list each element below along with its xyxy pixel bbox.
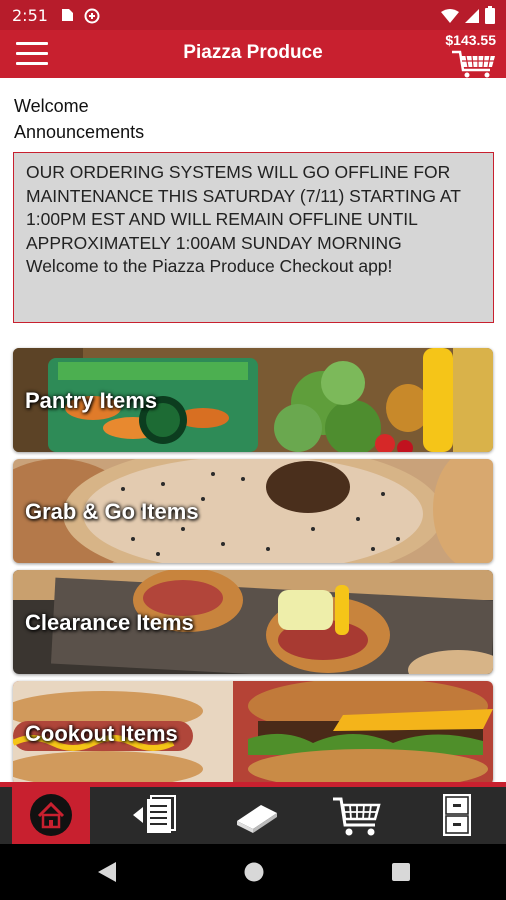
nav-cabinet-button[interactable] bbox=[418, 787, 496, 844]
order-list-icon bbox=[133, 795, 176, 833]
category-label: Clearance Items bbox=[25, 610, 194, 635]
category-grab-and-go-items[interactable]: Grab & Go Items bbox=[13, 459, 493, 563]
system-nav-bar bbox=[0, 844, 506, 900]
cart-icon bbox=[333, 797, 381, 836]
back-icon[interactable] bbox=[96, 860, 118, 884]
wifi-icon bbox=[441, 9, 459, 23]
signal-icon bbox=[465, 9, 479, 23]
welcome-message: Welcome to the Piazza Produce Checkout a… bbox=[26, 256, 393, 276]
nav-order-list-button[interactable] bbox=[116, 787, 194, 844]
recents-icon[interactable] bbox=[390, 860, 412, 884]
data-saver-icon bbox=[84, 8, 100, 24]
announcement-box: OUR ORDERING SYSTEMS WILL GO OFFLINE FOR… bbox=[13, 152, 494, 323]
announcements-heading: Announcements bbox=[14, 122, 145, 142]
category-clearance-items[interactable]: Clearance Items bbox=[13, 570, 493, 674]
status-time: 2:51 bbox=[12, 6, 48, 25]
category-pantry-items[interactable]: Pantry Items bbox=[13, 348, 493, 452]
home-circle-icon[interactable] bbox=[243, 860, 265, 884]
battery-icon bbox=[485, 6, 495, 24]
catalog-book-icon bbox=[237, 805, 277, 833]
cabinet-icon bbox=[443, 794, 471, 836]
home-icon bbox=[30, 794, 72, 836]
app-bar: Piazza Produce $143.55 bbox=[0, 30, 506, 78]
cart-icon[interactable] bbox=[452, 50, 496, 78]
sim-card-icon bbox=[62, 9, 73, 21]
status-bar: 2:51 bbox=[0, 0, 506, 30]
welcome-heading: Welcome bbox=[14, 96, 89, 116]
cart-total[interactable]: $143.55 bbox=[445, 32, 496, 48]
category-label: Cookout Items bbox=[25, 721, 178, 746]
nav-home-button[interactable] bbox=[12, 787, 90, 844]
nav-catalog-button[interactable] bbox=[218, 787, 296, 844]
category-label: Grab & Go Items bbox=[25, 499, 199, 524]
category-cookout-items[interactable]: Cookout Items bbox=[13, 681, 493, 785]
app-title: Piazza Produce bbox=[183, 42, 323, 63]
nav-cart-button[interactable] bbox=[318, 787, 396, 844]
category-label: Pantry Items bbox=[25, 388, 158, 413]
bottom-nav bbox=[0, 782, 506, 844]
announcement-text: OUR ORDERING SYSTEMS WILL GO OFFLINE FOR… bbox=[26, 162, 461, 253]
